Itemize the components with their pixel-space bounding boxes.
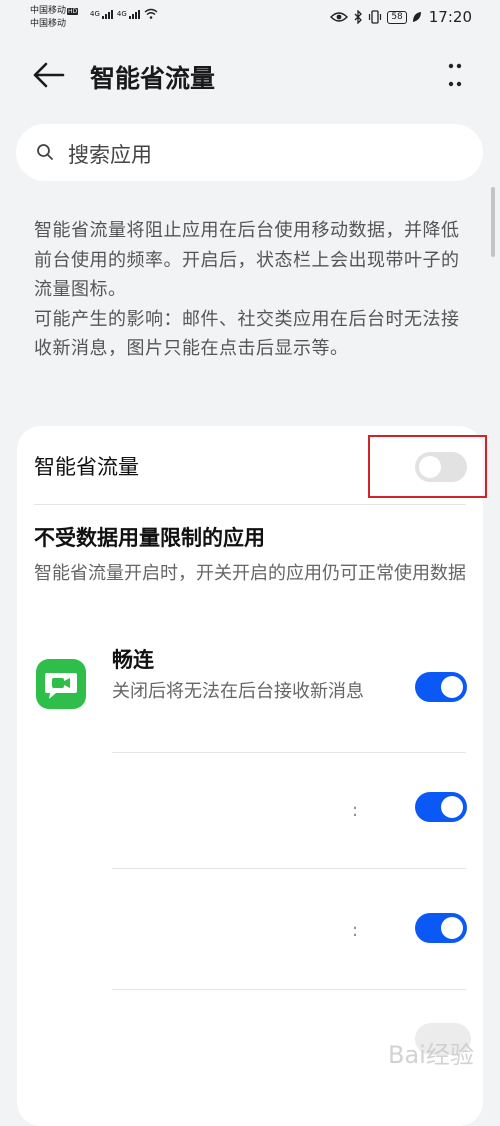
divider xyxy=(34,504,466,505)
toggle-knob xyxy=(441,676,463,698)
back-arrow-icon[interactable] xyxy=(32,60,66,90)
search-input[interactable]: 搜索应用 xyxy=(16,124,483,181)
carrier-info: 中国移动 HD 中国移动 xyxy=(30,5,79,31)
unrestricted-apps-title: 不受数据用量限制的应用 xyxy=(34,526,265,550)
settings-card: 智能省流量 不受数据用量限制的应用 智能省流量开启时，开关开启的应用仍可正常使用… xyxy=(17,426,487,1126)
app-description: 关闭后将无法在后台接收新消息 xyxy=(112,681,364,702)
more-options-icon[interactable] xyxy=(448,62,462,88)
feature-description: 智能省流量将阻止应用在后台使用移动数据，并降低前台使用的频率。开启后，状态栏上会… xyxy=(34,216,464,364)
wifi-icon xyxy=(144,8,158,19)
divider xyxy=(112,868,466,869)
app-data-toggle[interactable] xyxy=(415,672,467,702)
signal-strength-icon: 4G xyxy=(117,10,140,19)
toggle-knob xyxy=(441,917,463,939)
clock: 17:20 xyxy=(428,8,472,26)
app-data-toggle[interactable] xyxy=(415,913,467,943)
app-data-toggle[interactable] xyxy=(415,792,467,822)
scrollbar[interactable] xyxy=(491,187,495,257)
watermark: Bai经验 xyxy=(388,1041,474,1069)
description-paragraph-2: 可能产生的影响：邮件、社交类应用在后台时无法接收新消息，图片只能在点击后显示等。 xyxy=(34,308,460,360)
title-bar: 智能省流量 xyxy=(0,50,500,102)
divider xyxy=(112,752,466,753)
bluetooth-icon xyxy=(354,10,363,24)
search-placeholder: 搜索应用 xyxy=(68,143,152,167)
page-title: 智能省流量 xyxy=(90,64,216,93)
signal-indicators: 4G 4G xyxy=(90,8,158,19)
carrier-name-2: 中国移动 xyxy=(30,19,67,29)
signal-strength-icon: 4G xyxy=(90,10,113,19)
changlian-app-icon xyxy=(36,659,86,709)
battery-level: 58 xyxy=(387,10,407,24)
highlight-box xyxy=(368,435,487,498)
status-bar: 中国移动 HD 中国移动 4G 4G 58 17:20 xyxy=(0,0,500,40)
chat-camera-icon xyxy=(45,673,77,699)
search-icon xyxy=(37,144,53,160)
toggle-knob xyxy=(441,796,463,818)
vibrate-icon xyxy=(369,10,382,24)
network-type-1: 4G xyxy=(90,10,100,18)
smart-data-saver-label: 智能省流量 xyxy=(34,455,139,479)
leaf-icon xyxy=(412,12,421,22)
hd-badge: HD xyxy=(67,8,79,15)
app-row-suffix: : xyxy=(352,920,359,941)
app-row-suffix: : xyxy=(352,800,359,821)
status-right-icons: 58 17:20 xyxy=(330,8,472,26)
description-paragraph-1: 智能省流量将阻止应用在后台使用移动数据，并降低前台使用的频率。开启后，状态栏上会… xyxy=(34,220,460,300)
network-type-2: 4G xyxy=(116,10,127,18)
eye-icon xyxy=(330,12,349,22)
carrier-name-1: 中国移动 xyxy=(30,6,67,16)
app-name: 畅连 xyxy=(112,648,154,672)
divider xyxy=(112,989,466,990)
unrestricted-apps-subtitle: 智能省流量开启时，开关开启的应用仍可正常使用数据 xyxy=(34,563,466,584)
